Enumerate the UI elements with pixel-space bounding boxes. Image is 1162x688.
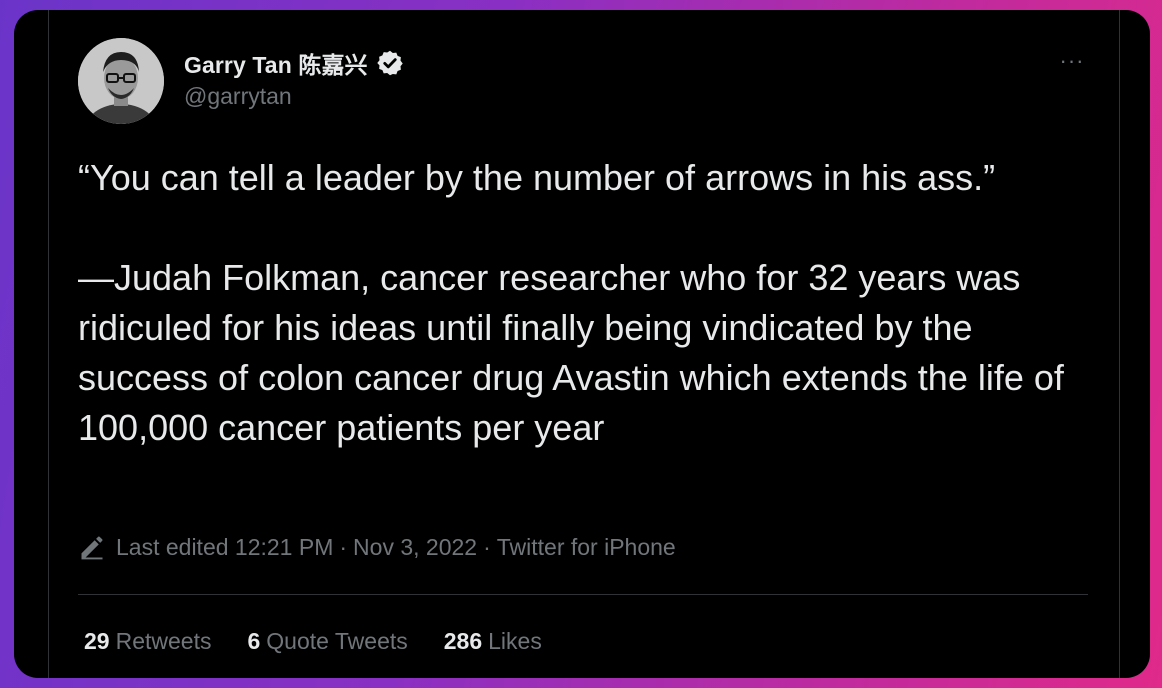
divider [78,594,1088,595]
author-display-name[interactable]: Garry Tan 陈嘉兴 [184,46,368,80]
tweet-paragraph-attribution: —Judah Folkman, cancer researcher who fo… [78,257,1064,448]
likes-label: Likes [488,628,542,654]
avatar[interactable] [78,38,164,124]
retweets-count: 29 [84,628,110,654]
author-name-row: Garry Tan 陈嘉兴 [184,46,404,80]
tweet-date-link[interactable]: Nov 3, 2022 [353,534,477,561]
retweets-label: Retweets [115,628,212,654]
tweet-text: “You can tell a leader by the number of … [78,153,1098,453]
quote-tweets-label: Quote Tweets [266,628,408,654]
verified-badge-icon [376,50,403,76]
meta-separator: · [483,533,491,560]
tweet-paragraph-quote: “You can tell a leader by the number of … [78,157,996,198]
profile-photo-icon [78,38,164,124]
tweet-metadata: Last edited 12:21 PM · Nov 3, 2022 · Twi… [78,533,676,561]
author-handle[interactable]: @garrytan [184,83,292,110]
more-dots-icon: ··· [1059,48,1085,73]
tweet-card: Garry Tan 陈嘉兴 @garrytan ··· “You can tel… [14,10,1150,678]
timeline-border-left [48,10,49,678]
last-edited-link[interactable]: Last edited 12:21 PM [116,534,333,561]
tweet-source: Twitter for iPhone [496,533,676,560]
edit-pencil-icon [81,536,103,560]
quote-tweets-count: 6 [247,628,261,654]
likes-stat[interactable]: 286 Likes [444,628,542,655]
retweets-stat[interactable]: 29 Retweets [84,628,211,655]
meta-separator: · [339,533,348,560]
quote-tweets-stat[interactable]: 6 Quote Tweets [247,628,407,655]
timeline-border-right [1119,10,1120,678]
more-options-button[interactable]: ··· [1054,46,1090,76]
likes-count: 286 [443,628,483,654]
engagement-stats: 29 Retweets 6 Quote Tweets 286 Likes [84,628,542,655]
